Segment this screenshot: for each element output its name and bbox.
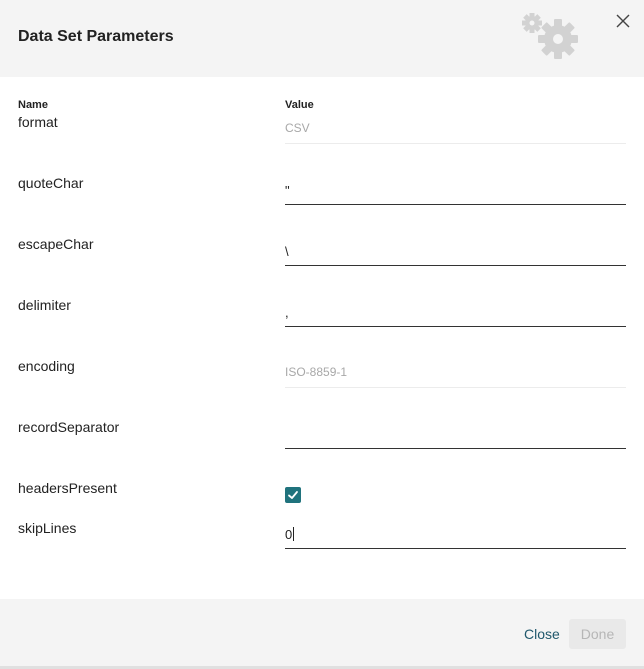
param-value-format: CSV bbox=[285, 114, 626, 144]
param-input-escapechar[interactable]: \ bbox=[285, 232, 626, 266]
param-label-quotechar: quoteChar bbox=[18, 175, 84, 191]
param-input-skiplines[interactable]: 0 bbox=[285, 515, 626, 549]
param-input-recordseparator[interactable] bbox=[285, 415, 626, 449]
dialog-footer: Close Done bbox=[0, 599, 644, 669]
done-button[interactable]: Done bbox=[569, 619, 626, 649]
dialog-title: Data Set Parameters bbox=[18, 28, 174, 45]
param-label-recordseparator: recordSeparator bbox=[18, 419, 120, 435]
gears-icon bbox=[522, 13, 578, 59]
dialog-header: Data Set Parameters bbox=[0, 0, 644, 77]
param-input-delimiter[interactable]: , bbox=[285, 293, 626, 327]
param-label-format: format bbox=[18, 114, 58, 130]
checkmark-icon bbox=[288, 491, 298, 499]
param-label-encoding: encoding bbox=[18, 358, 75, 374]
column-header-value: Value bbox=[285, 99, 314, 111]
param-label-delimiter: delimiter bbox=[18, 297, 71, 313]
param-value-encoding: ISO-8859-1 bbox=[285, 358, 626, 388]
close-icon[interactable] bbox=[612, 10, 634, 32]
close-button[interactable]: Close bbox=[516, 619, 568, 649]
column-header-name: Name bbox=[18, 99, 48, 111]
param-label-headerspresent: headersPresent bbox=[18, 480, 117, 496]
headerspresent-checkbox[interactable] bbox=[285, 487, 301, 503]
skiplines-value: 0 bbox=[285, 527, 293, 542]
param-input-quotechar[interactable]: " bbox=[285, 171, 626, 205]
param-label-skiplines: skipLines bbox=[18, 520, 77, 536]
text-caret bbox=[293, 527, 295, 541]
param-label-escapechar: escapeChar bbox=[18, 236, 94, 252]
data-set-parameters-dialog: Data Set Parameters Name Value format CS… bbox=[0, 0, 644, 669]
